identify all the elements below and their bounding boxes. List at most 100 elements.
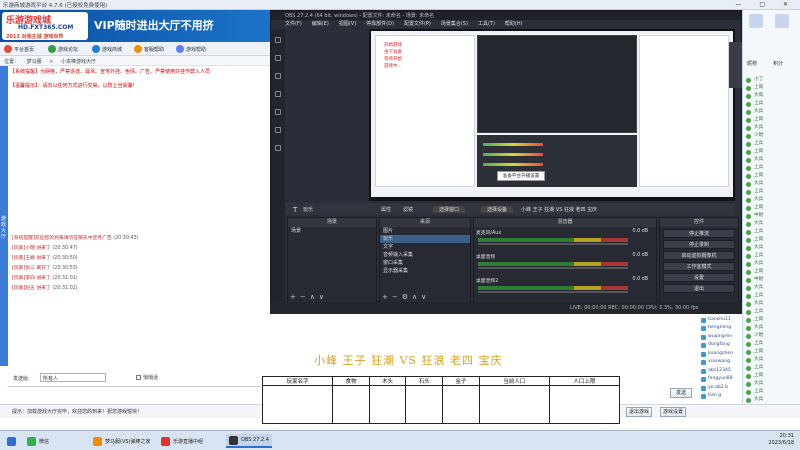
list-item[interactable]: 大兵 [743,180,800,188]
game-settings-button[interactable]: 游戏设置 [660,407,686,417]
list-item[interactable]: 大兵 [743,220,800,228]
list-item[interactable]: 上兵 [743,364,800,372]
plugin-icon[interactable] [275,127,281,133]
obs-menu-item[interactable]: 帮助(H) [505,21,523,27]
toolbar-guide-button[interactable]: 游戏帮助 [176,44,206,54]
list-item[interactable]: 大岗 [743,92,800,100]
gear-icon[interactable] [275,109,281,115]
list-item[interactable]: 大兵 [743,300,800,308]
list-item[interactable]: 大兵 [743,244,800,252]
list-item[interactable]: 上兵 [743,164,800,172]
list-item[interactable]: 上岗 [743,84,800,92]
list-item[interactable]: 上岗 [743,172,800,180]
list-item[interactable]: 小丁 [743,76,800,84]
source-controls[interactable]: +−⚙∧∨ [382,293,430,301]
col-score[interactable]: 积分 [773,60,783,67]
system-clock[interactable]: 20:31 2023/6/18 [768,433,794,447]
list-item[interactable]: 大兵 [743,324,800,332]
obs-menu-item[interactable]: 场景集合(S) [441,21,468,27]
list-item[interactable]: dongfang [700,341,742,350]
list-item[interactable]: 上兵 [743,292,800,300]
obs-preview[interactable]: 开始游戏 坐下准备 等待开始 游戏中... 准备平台开播设置 [369,29,742,201]
stop-streaming-button[interactable]: 停止推流 [663,229,735,238]
shield-icon[interactable] [275,73,281,79]
exit-button[interactable]: 退出 [663,284,735,293]
scene-controls[interactable]: +−∧∨ [290,293,328,301]
list-item[interactable]: 上兵 [743,100,800,108]
col-nickname[interactable]: 昵称 [747,60,757,67]
list-item[interactable]: 大兵 [743,356,800,364]
scene-item[interactable]: 场景 [288,227,376,235]
toolbar-home-button[interactable]: 平台首页 [4,44,34,54]
mixer-channel[interactable]: 桌面音频 0.0 dB [476,253,652,275]
list-item[interactable]: 中尉 [743,276,800,284]
list-item[interactable]: tian.g [700,392,742,401]
list-item[interactable]: 大兵 [743,108,800,116]
list-item[interactable]: abc12345 [700,367,742,376]
source-item[interactable]: 显示器采集 [380,267,470,275]
list-item[interactable]: 上兵 [743,388,800,396]
list-item[interactable]: 少尉 [743,332,800,340]
list-item[interactable]: ye.ab2.b [700,384,742,393]
whisper-checkbox[interactable]: 悄悄话 [136,374,158,381]
send-button[interactable]: 发送 [670,388,692,398]
list-item[interactable]: 少尉 [743,132,800,140]
list-item[interactable]: fengyun88 [700,375,742,384]
breadcrumb-hall[interactable]: 小本棒游戏大厅 [61,59,96,65]
user-icon[interactable] [275,55,281,61]
list-item[interactable]: 上岗 [743,236,800,244]
volume-slider[interactable] [478,267,628,269]
list-item[interactable]: 上岗 [743,268,800,276]
source-item[interactable]: 图片 [380,227,470,235]
list-item[interactable]: 大兵 [743,284,800,292]
list-item[interactable]: 大兵 [743,156,800,164]
stop-recording-button[interactable]: 停止录制 [663,240,735,249]
breadcrumb-server[interactable]: 梦马服 [27,59,42,65]
settings-icon[interactable] [775,14,789,28]
list-item[interactable]: 大兵 [743,260,800,268]
start-button[interactable] [4,434,19,448]
mixer-channel[interactable]: 麦克风/Aux 0.0 dB [476,229,652,251]
studio-mode-button[interactable]: 工作室模式 [663,262,735,271]
list-item[interactable]: wuqingren [700,333,742,342]
list-item[interactable]: hengming [700,324,742,333]
list-item[interactable]: 上兵 [743,340,800,348]
site-logo[interactable]: 乐游游戏城 HD.FXT365.COM 2013 对我主城 游戏世界 [2,12,88,40]
toolbar-forum-button[interactable]: 游戏论坛 [48,44,78,54]
obs-menu-item[interactable]: 停靠部件(D) [366,21,394,27]
list-item[interactable]: 大兵 [743,380,800,388]
toolbar-service-button[interactable]: 客服帮助 [134,44,164,54]
settings-button[interactable]: 设置 [663,273,735,282]
list-item[interactable]: xiaowang [700,358,742,367]
list-item[interactable]: 上兵 [743,140,800,148]
list-item[interactable]: 中尉 [743,212,800,220]
list-item[interactable]: tianshu11 [700,316,742,325]
list-item[interactable]: 上兵 [743,308,800,316]
folder-icon[interactable] [275,91,281,97]
list-item[interactable]: 上岗 [743,116,800,124]
taskbar-item[interactable]: 微信 [24,434,52,448]
record-icon[interactable] [275,37,281,43]
obs-menu-item[interactable]: 编辑(E) [312,21,329,27]
obs-menu-item[interactable]: 配置文件(P) [404,21,431,27]
taskbar-item[interactable]: 乐游直播中组 [158,434,206,448]
toolbar-shop-button[interactable]: 游戏商城 [92,44,122,54]
exit-game-button[interactable]: 退出游戏 [626,407,652,417]
list-item[interactable]: 上兵 [743,228,800,236]
taskbar-item[interactable]: 梦马服(VS)弹棒之家 [90,434,154,448]
list-item[interactable]: 上兵 [743,188,800,196]
source-item[interactable]: 窗口采集 [380,259,470,267]
send-target-select[interactable]: 所有人 [40,373,106,382]
mixer-channel[interactable]: 桌面音频2 0.0 dB [476,277,652,299]
obs-menu-item[interactable]: 工具(T) [478,21,495,27]
taskbar-item-active[interactable]: OBS 27.2.4 [226,434,272,448]
checkbox-box[interactable] [136,375,141,380]
list-item[interactable]: 上岗 [743,348,800,356]
window-controls[interactable]: — □ ✕ [735,1,796,8]
hall-side-tab[interactable]: 游戏大厅 [0,66,8,366]
select-device-button[interactable]: 选择设备 [481,206,514,213]
source-item[interactable]: 音频输入采集 [380,251,470,259]
list-item[interactable]: 上兵 [743,252,800,260]
virtual-camera-button[interactable]: 启动虚拟摄像机 [663,251,735,260]
list-item[interactable]: kuangshen [700,350,742,359]
